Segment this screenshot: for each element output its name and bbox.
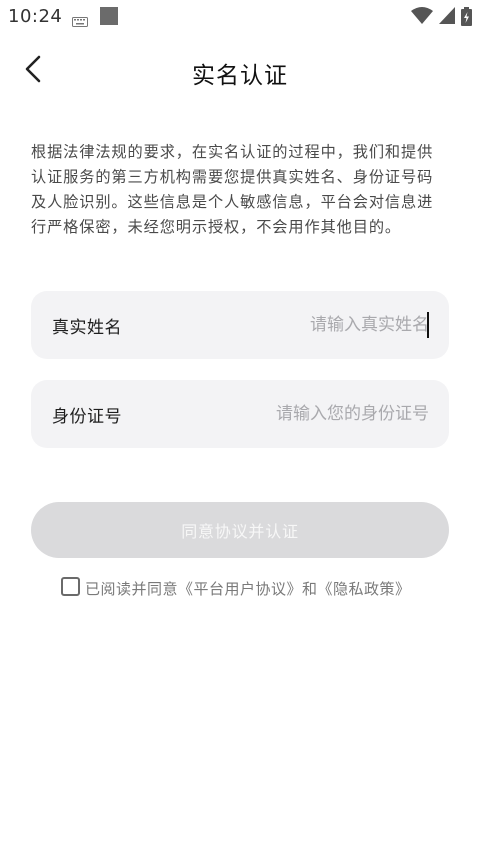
notification-square-icon bbox=[100, 7, 118, 25]
real-name-field[interactable]: 真实姓名 bbox=[31, 291, 449, 359]
privacy-notice: 根据法律法规的要求，在实名认证的过程中，我们和提供认证服务的第三方机构需要您提供… bbox=[31, 143, 434, 236]
agreement-prefix: 已阅读并同意 bbox=[85, 580, 179, 598]
id-number-input[interactable] bbox=[169, 396, 429, 432]
wifi-icon bbox=[411, 7, 433, 24]
id-number-label: 身份证号 bbox=[52, 407, 122, 427]
keyboard-icon bbox=[72, 12, 88, 27]
status-time: 10:24 bbox=[8, 6, 63, 27]
real-name-label: 真实姓名 bbox=[52, 318, 122, 338]
battery-charging-icon bbox=[461, 7, 472, 26]
status-icons bbox=[405, 7, 472, 27]
agreement-row: 已阅读并同意《平台用户协议》和《隐私政策》 bbox=[61, 577, 411, 602]
privacy-policy-link[interactable]: 《隐私政策》 bbox=[318, 580, 411, 598]
platform-agreement-link[interactable]: 《平台用户协议》 bbox=[178, 580, 302, 598]
text-caret bbox=[427, 312, 429, 338]
id-number-field[interactable]: 身份证号 bbox=[31, 380, 449, 448]
status-bar: 10:24 bbox=[0, 0, 480, 34]
signal-icon bbox=[439, 7, 455, 24]
real-name-input[interactable] bbox=[169, 307, 429, 343]
page-title: 实名认证 bbox=[192, 63, 288, 89]
agreement-checkbox[interactable] bbox=[61, 577, 80, 596]
agreement-conjunction: 和 bbox=[302, 580, 318, 598]
header: 实名认证 bbox=[0, 34, 480, 106]
agree-and-verify-button[interactable]: 同意协议并认证 bbox=[31, 502, 449, 558]
